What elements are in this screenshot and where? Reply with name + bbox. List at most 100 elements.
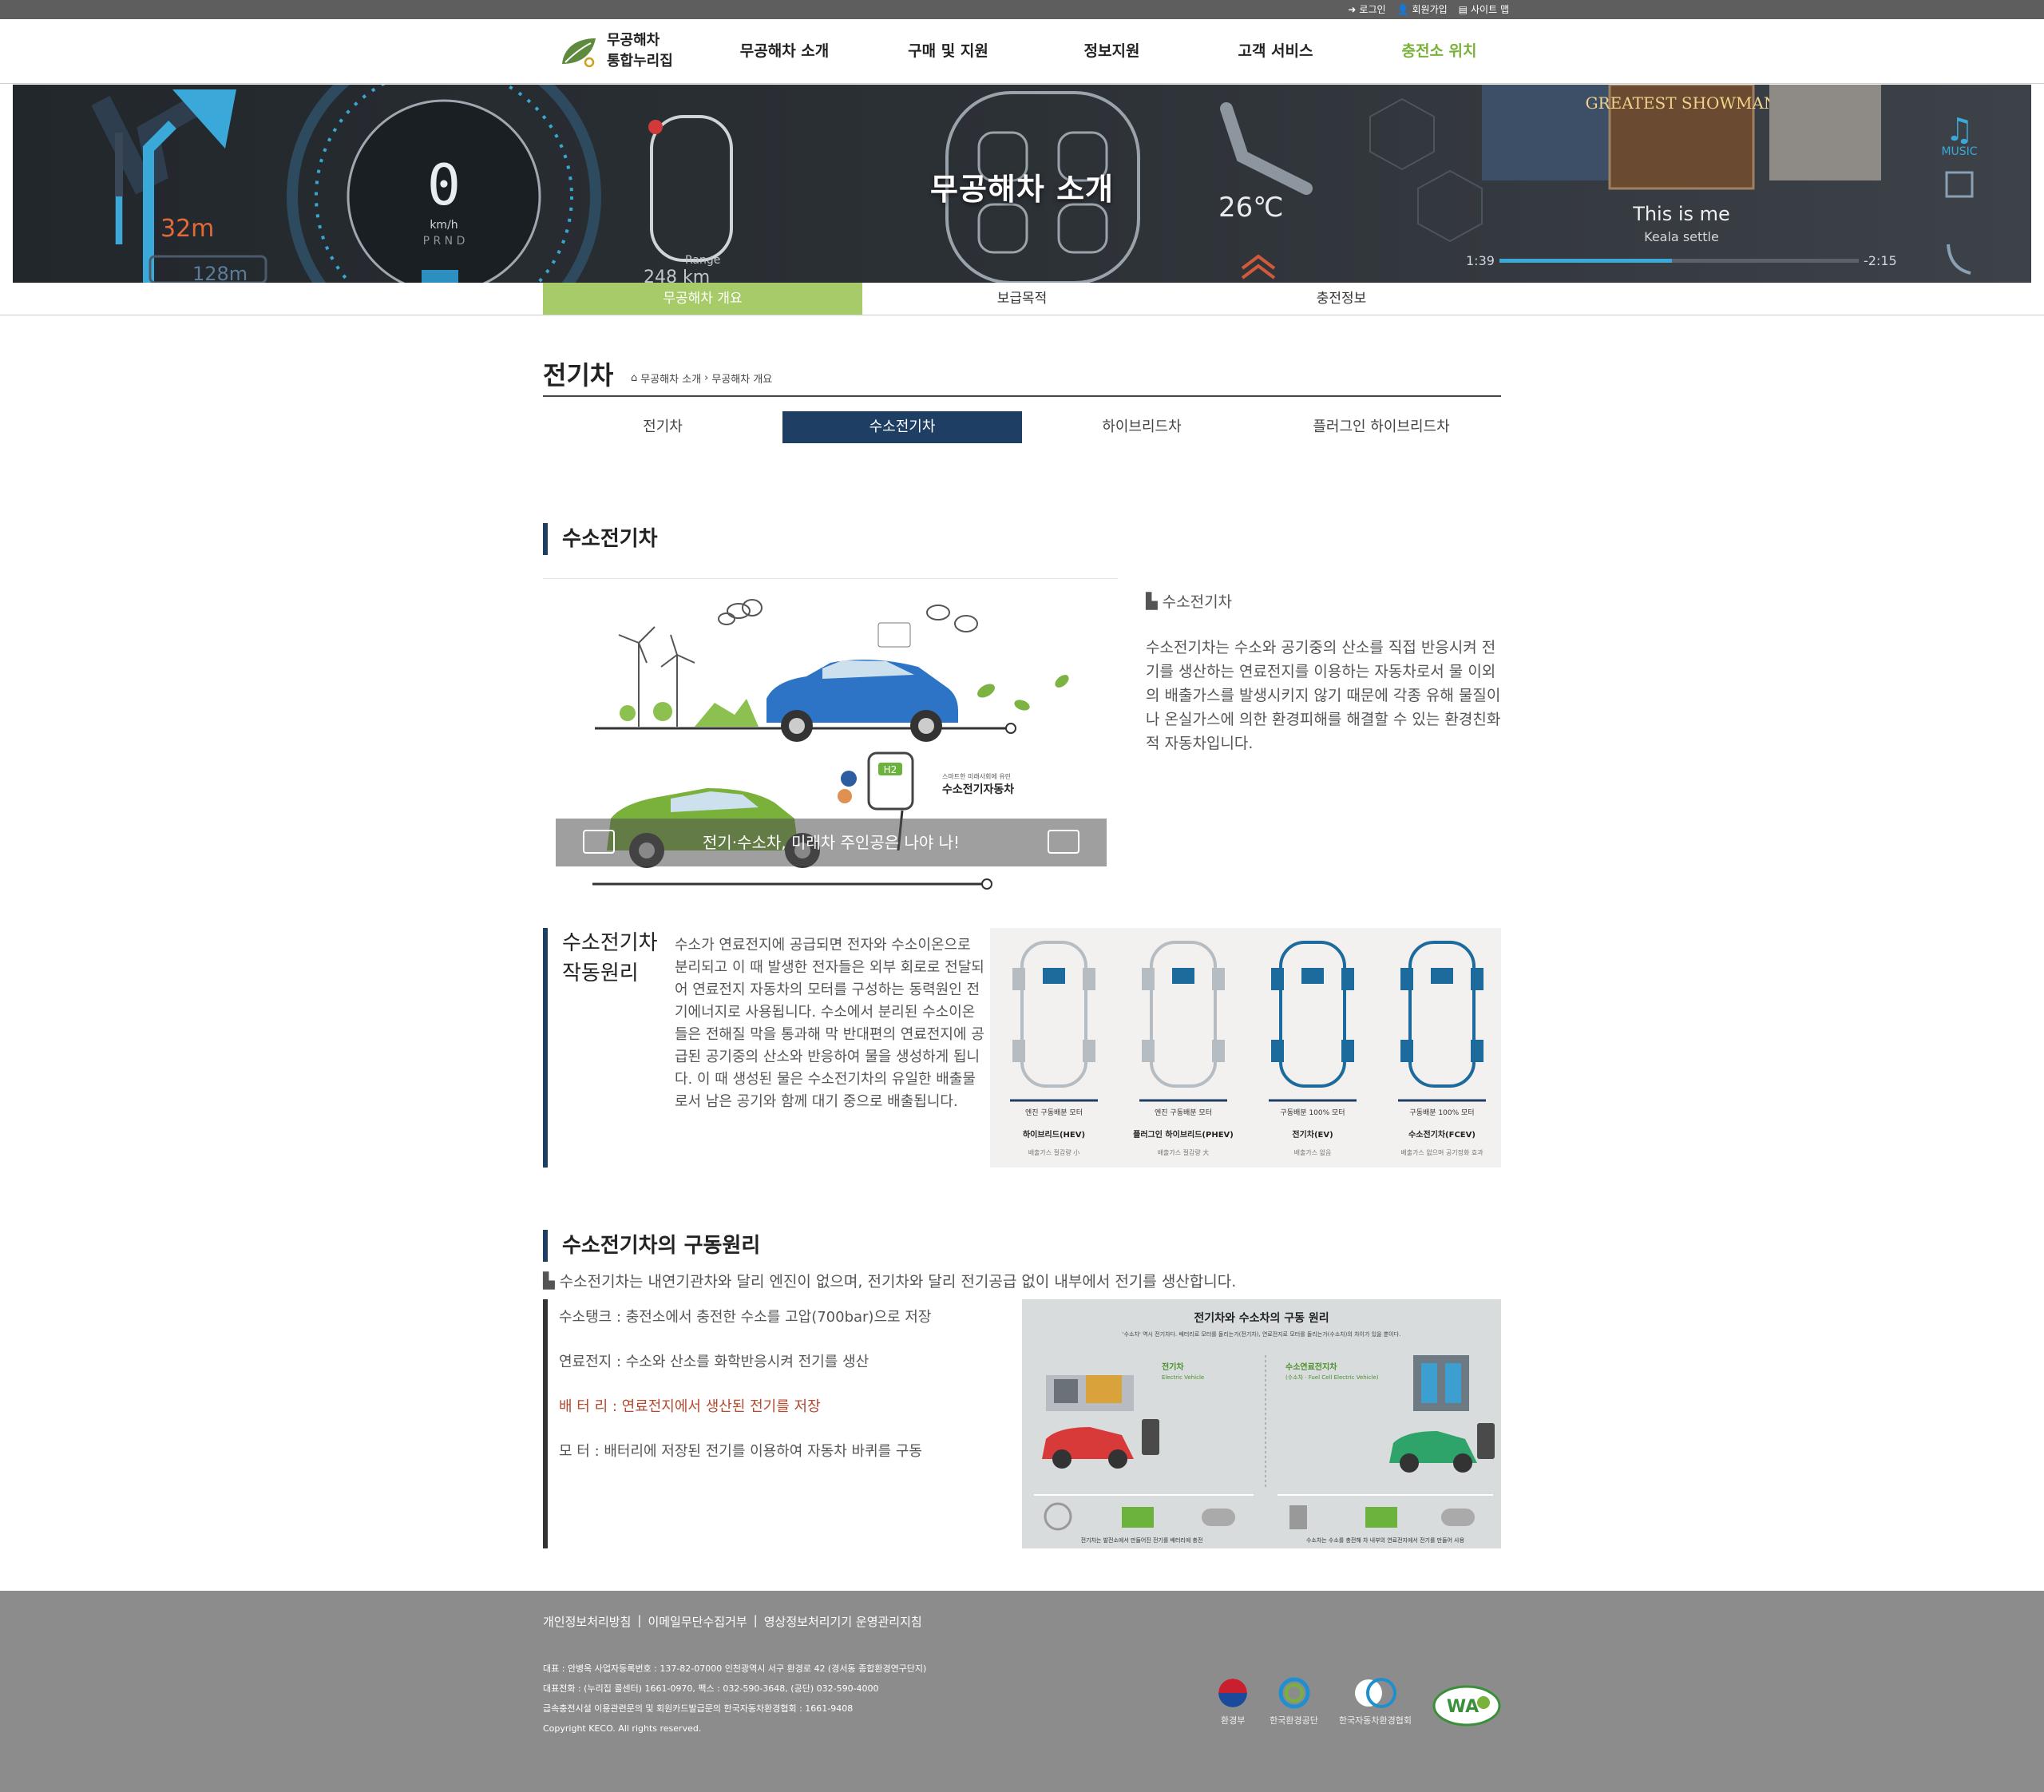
diagram-scale-label: 구동배분 100% 모터	[1280, 1108, 1345, 1117]
wheel	[1212, 968, 1225, 990]
tab-fcev[interactable]: 수소전기차	[782, 411, 1022, 443]
wheel	[1400, 968, 1413, 990]
nav-purchase[interactable]: 구매 및 지원	[866, 19, 1030, 84]
drive-section: 수소전기차의 구동원리 ▙ 수소전기차는 내연기관차와 달리 엔진이 없으며, …	[543, 1230, 1501, 1548]
nav-customer[interactable]: 고객 서비스	[1194, 19, 1357, 84]
fcev-label-en: (수소차 · Fuel Cell Electric Vehicle)	[1285, 1374, 1379, 1381]
wheel	[1083, 968, 1095, 990]
car-outline	[1408, 941, 1476, 1088]
kaea-logo[interactable]: 한국자동차환경협회	[1339, 1677, 1412, 1727]
car-outline	[1020, 941, 1087, 1088]
wheel	[1012, 968, 1025, 990]
intro-body: 수소전기차는 수소와 공기중의 산소를 직접 반응시켜 전기를 생산하는 연료전…	[1146, 639, 1501, 752]
banner-title: 무공해차 소개	[930, 172, 1114, 207]
wheel	[1271, 968, 1284, 990]
intro-text: ▙ 수소전기차 수소전기차는 수소와 공기중의 산소를 직접 반응시켜 전기를 …	[1146, 590, 1501, 755]
track-artist: Keala settle	[1644, 229, 1719, 244]
distance-1-text: 32m	[160, 215, 214, 243]
wa-logo[interactable]: WA	[1432, 1685, 1501, 1727]
wheel	[1212, 1040, 1225, 1062]
distance-2-text: 128m	[192, 263, 248, 283]
infographic-title: 전기차와 수소차의 구동 원리	[1194, 1311, 1329, 1325]
diagram-scale-label: 엔진 구동배분 모터	[1155, 1108, 1212, 1117]
login-link[interactable]: ➜ 로그인	[1348, 2, 1385, 16]
drivetrain-diagram: 엔진 구동배분 모터하이브리드(HEV)배출가스 절감량 小엔진 구동배분 모터…	[1010, 941, 1486, 1156]
diagram-note: 배출가스 절감량 小	[1028, 1148, 1080, 1156]
diagram-name: 전기차(EV)	[1292, 1129, 1333, 1140]
tab-phev[interactable]: 플러그인 하이브리드차	[1262, 411, 1501, 443]
main-content: 전기차 ⌂ 무공해차 소개 › 무공해차 개요 전기차 수소전기차 하이브리드차…	[543, 315, 1501, 1548]
camera-icon	[583, 830, 615, 854]
motor-block	[1043, 968, 1065, 984]
fcev-caption: 수소차는 수소를 충전해 차 내부의 연료전지에서 전기를 만들어 사용	[1306, 1536, 1465, 1544]
intro-illustration: 스마트한 미래사회에 유린 수소전기자동차 H2 전기·수소차, 미래차 주인공…	[543, 578, 1118, 898]
nav-station[interactable]: 충전소 위치	[1357, 19, 1521, 84]
wheel	[1271, 1040, 1284, 1062]
join-label: 회원가입	[1412, 4, 1448, 15]
diagram-note: 배출가스 없음	[1294, 1148, 1332, 1156]
camera-icon	[1048, 830, 1079, 854]
intro-section-title: 수소전기차	[543, 523, 1501, 555]
intro-subtitle-label: 수소전기차	[1162, 593, 1233, 611]
leaf-logo-icon	[559, 34, 599, 69]
site-footer: 개인정보처리방침 | 이메일무단수집거부 | 영상정보처리기기 운영관리지침 대…	[0, 1591, 2044, 1792]
ministry-logo-label: 환경부	[1220, 1715, 1246, 1726]
breadcrumb: ⌂ 무공해차 소개 › 무공해차 개요	[631, 371, 772, 386]
diagram-name: 하이브리드(HEV)	[1023, 1129, 1085, 1140]
sitemap-label: 사이트 맵	[1471, 4, 1509, 15]
footer-address: 대표 : 안병옥 사업자등록번호 : 137-82-07000 인천광역시 서구…	[543, 1663, 927, 1674]
ev-label-en: Electric Vehicle	[1162, 1374, 1204, 1381]
nav-info[interactable]: 정보지원	[1030, 19, 1194, 84]
list-item: 수소탱크 : 충전소에서 충전한 수소를 고압(700bar)으로 저장	[559, 1309, 932, 1326]
tab-ev[interactable]: 전기차	[543, 411, 782, 443]
intro-subtitle: ▙ 수소전기차	[1146, 590, 1501, 612]
fcev-label: 수소연료전지차	[1285, 1362, 1337, 1372]
map-icon: ▤	[1458, 3, 1468, 15]
wheel	[1142, 968, 1155, 990]
vehicle-type-diagrams: 엔진 구동배분 모터 하이브리드(HEV) 배출가스 절감량 小 엔진 구동배분 모터…	[990, 928, 1501, 1168]
logo-line-2: 통합누리집	[607, 53, 673, 69]
breadcrumb-item-1[interactable]: 무공해차 소개	[640, 371, 701, 386]
diagram-1: 엔진 구동배분 모터하이브리드(HEV) 배출가스 절감량 小	[1010, 941, 1098, 1156]
motor-block	[1172, 968, 1194, 984]
divider: |	[753, 1613, 758, 1627]
site-logo[interactable]: 무공해차 통합누리집	[559, 30, 673, 72]
sitemap-link[interactable]: ▤ 사이트 맵	[1459, 2, 1509, 16]
diagram-4: 구동배분 100% 모터수소전기차(FCEV) 배출가스 없으며 공기정화 효과	[1398, 941, 1486, 1156]
wheel	[1400, 1040, 1413, 1062]
subnav-purpose[interactable]: 보급목적	[862, 283, 1182, 315]
kaea-logo-label: 한국자동차환경협회	[1338, 1715, 1412, 1726]
sub-nav: 무공해차 개요 보급목적 충전정보	[0, 283, 2044, 315]
principle-body: 수소가 연료전지에 공급되면 전자와 수소이온으로 분리되고 이 때 발생한 전…	[675, 937, 984, 1110]
ev-caption: 전기차는 발전소에서 만들어진 전기를 배터리에 충전	[1081, 1536, 1203, 1544]
document-icon: ▙	[1146, 592, 1158, 610]
motor-block	[1301, 968, 1324, 984]
principle-title-line-2: 작동원리	[562, 961, 639, 985]
email-refusal-link[interactable]: 이메일무단수집거부	[648, 1613, 747, 1630]
component-list: 수소탱크 : 충전소에서 충전한 수소를 고압(700bar)으로 저장 연료전…	[543, 1299, 1022, 1548]
utility-bar: ➜ 로그인 👤 회원가입 ▤ 사이트 맵	[0, 0, 2044, 19]
footer-links: 개인정보처리방침 | 이메일무단수집거부 | 영상정보처리기기 운영관리지침	[543, 1613, 1501, 1630]
principle-section: 수소전기차 작동원리 수소가 연료전지에 공급되면 전자와 수소이온으로 분리되…	[543, 928, 1501, 1168]
page-header: 전기차 ⌂ 무공해차 소개 › 무공해차 개요	[543, 355, 1501, 397]
gear-text: P R N D	[423, 235, 465, 248]
subnav-charging[interactable]: 충전정보	[1182, 283, 1501, 315]
small-label: 수소전기자동차	[942, 783, 1014, 796]
infographic-svg: 전기차와 수소차의 구동 원리 '수소차' 역시 전기차다. 배터리로 모터를 …	[1034, 1311, 1495, 1544]
list-item: 모 터 : 배터리에 저장된 전기를 이용하여 자동차 바퀴를 구동	[559, 1443, 922, 1460]
page-title: 전기차	[543, 360, 614, 391]
join-link[interactable]: 👤 회원가입	[1397, 2, 1448, 16]
diagram-scale-label: 엔진 구동배분 모터	[1025, 1108, 1083, 1117]
nav-intro[interactable]: 무공해차 소개	[703, 19, 866, 84]
home-icon[interactable]: ⌂	[631, 372, 637, 384]
ev-label: 전기차	[1162, 1362, 1184, 1372]
breadcrumb-item-2[interactable]: 무공해차 개요	[711, 371, 772, 386]
h2-label: H2	[884, 764, 897, 775]
subnav-overview[interactable]: 무공해차 개요	[543, 283, 862, 315]
ministry-logo[interactable]: 환경부	[1217, 1677, 1249, 1727]
tab-hev[interactable]: 하이브리드차	[1022, 411, 1262, 443]
privacy-policy-link[interactable]: 개인정보처리방침	[543, 1613, 631, 1630]
cctv-policy-link[interactable]: 영상정보처리기기 운영관리지침	[764, 1613, 922, 1630]
keco-logo[interactable]: 한국환경공단	[1270, 1677, 1318, 1727]
drive-note-text: 수소전기차는 내연기관차와 달리 엔진이 없으며, 전기차와 달리 전기공급 없…	[559, 1273, 1237, 1290]
